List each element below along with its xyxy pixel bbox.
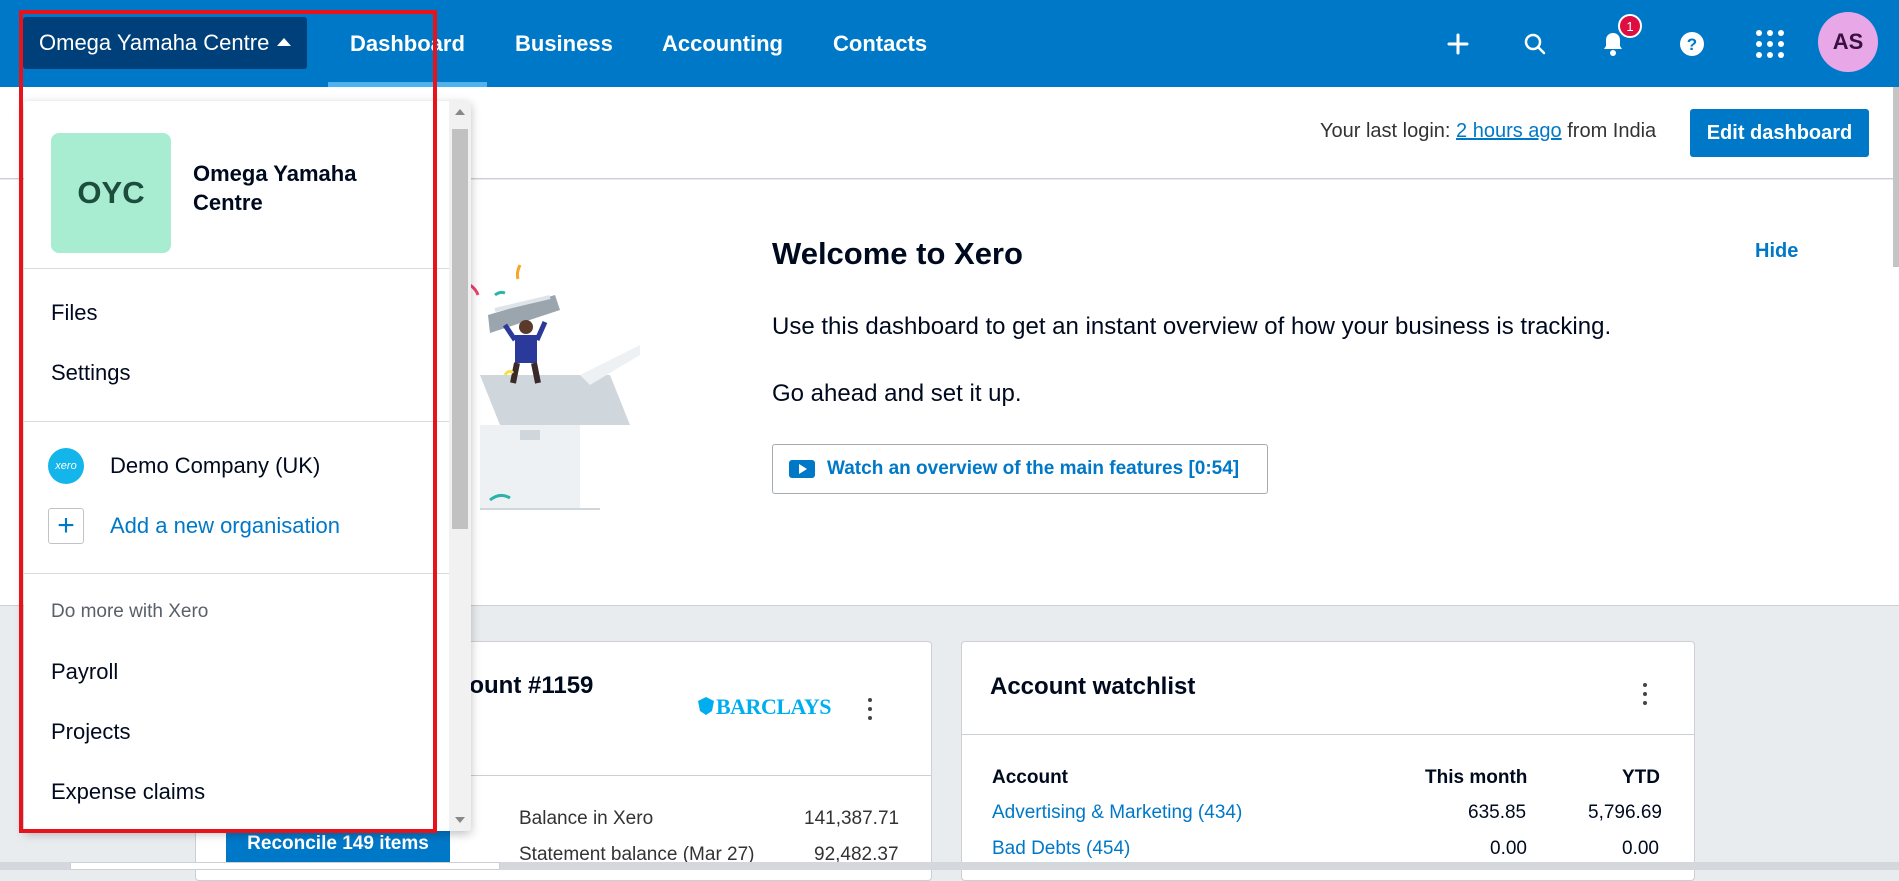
apps-grid-icon[interactable]	[1750, 24, 1790, 64]
watchlist-header-account: Account	[992, 767, 1068, 788]
watchlist-month-value: 635.85	[1468, 802, 1527, 823]
bottom-tab	[70, 862, 500, 870]
org-dropdown-menu: OYC Omega Yamaha Centre Files Settings x…	[24, 101, 471, 831]
bank-account-title: count #1159	[456, 672, 594, 699]
add-organisation-link[interactable]: Add a new organisation	[110, 513, 340, 539]
menu-divider	[24, 573, 449, 574]
xero-logo-icon: xero	[48, 448, 84, 484]
edit-dashboard-button[interactable]: Edit dashboard	[1690, 109, 1869, 157]
welcome-line-1: Use this dashboard to get an instant ove…	[772, 313, 1612, 340]
menu-divider	[24, 421, 449, 422]
bank-logo-text: BARCLAYS	[716, 694, 832, 719]
watch-overview-label: Watch an overview of the main features […	[827, 458, 1240, 479]
card-divider	[962, 734, 1694, 735]
menu-item-projects[interactable]: Projects	[51, 719, 130, 745]
page-scrollbar[interactable]	[1893, 87, 1899, 267]
account-watchlist-card: Account watchlist Account This month YTD…	[961, 641, 1695, 881]
plus-icon[interactable]	[1438, 24, 1478, 64]
watchlist-menu-icon[interactable]	[1635, 679, 1655, 709]
watchlist-header-ytd: YTD	[1622, 767, 1660, 788]
last-login-link[interactable]: 2 hours ago	[1456, 120, 1562, 142]
nav-accounting[interactable]: Accounting	[662, 0, 783, 87]
welcome-illustration	[469, 264, 640, 510]
bank-card-menu-icon[interactable]	[860, 694, 880, 724]
svg-text:?: ?	[1687, 35, 1697, 54]
watchlist-ytd-value: 5,796.69	[1588, 802, 1662, 823]
last-login-prefix: Your last login:	[1320, 120, 1451, 142]
nav-contacts[interactable]: Contacts	[833, 0, 927, 87]
watchlist-account-link[interactable]: Bad Debts (454)	[992, 838, 1130, 860]
menu-item-payroll[interactable]: Payroll	[51, 659, 118, 685]
menu-item-expense-claims[interactable]: Expense claims	[51, 779, 205, 805]
org-name: Omega Yamaha Centre	[193, 161, 357, 215]
top-navigation-bar: Omega Yamaha Centre Dashboard Business A…	[0, 0, 1899, 87]
welcome-title: Welcome to Xero	[772, 236, 1023, 271]
hide-welcome-link[interactable]: Hide	[1755, 240, 1798, 263]
watchlist-ytd-value: 0.00	[1622, 838, 1659, 859]
help-icon[interactable]: ?	[1672, 24, 1712, 64]
menu-section-title: Do more with Xero	[51, 601, 209, 622]
nav-dashboard[interactable]: Dashboard	[328, 0, 487, 87]
scroll-down-arrow-icon[interactable]	[455, 817, 465, 823]
nav-business[interactable]: Business	[515, 0, 613, 87]
welcome-line-2: Go ahead and set it up.	[772, 380, 1022, 407]
menu-divider	[24, 268, 449, 269]
scroll-up-arrow-icon[interactable]	[455, 109, 465, 115]
barclays-logo: BARCLAYS	[696, 694, 832, 720]
watchlist-month-value: 0.00	[1490, 838, 1527, 859]
menu-item-files[interactable]: Files	[51, 300, 97, 326]
watchlist-account-link[interactable]: Advertising & Marketing (434)	[992, 802, 1242, 824]
play-icon	[789, 460, 815, 478]
watchlist-header-month: This month	[1425, 767, 1528, 788]
org-avatar-tile: OYC	[51, 133, 171, 253]
search-icon[interactable]	[1515, 24, 1555, 64]
watch-overview-button[interactable]: Watch an overview of the main features […	[772, 444, 1268, 494]
dropdown-scrollbar[interactable]	[449, 101, 471, 831]
watchlist-title: Account watchlist	[990, 673, 1196, 700]
org-switcher-label: Omega Yamaha Centre	[39, 30, 270, 55]
caret-up-icon	[277, 38, 292, 46]
balance-in-xero-value: 141,387.71	[804, 808, 900, 829]
org-switcher-button[interactable]: Omega Yamaha Centre	[23, 17, 308, 69]
menu-item-settings[interactable]: Settings	[51, 360, 131, 386]
scrollbar-thumb[interactable]	[452, 129, 468, 529]
last-login-suffix: from India	[1567, 120, 1657, 142]
menu-item-demo-company[interactable]: Demo Company (UK)	[110, 453, 320, 479]
last-login-text: Your last login: 2 hours ago from India	[1320, 120, 1656, 143]
notification-badge: 1	[1618, 14, 1642, 38]
add-organisation-icon[interactable]: +	[48, 508, 84, 544]
balance-in-xero-label: Balance in Xero	[519, 808, 654, 829]
user-avatar[interactable]: AS	[1818, 12, 1878, 72]
